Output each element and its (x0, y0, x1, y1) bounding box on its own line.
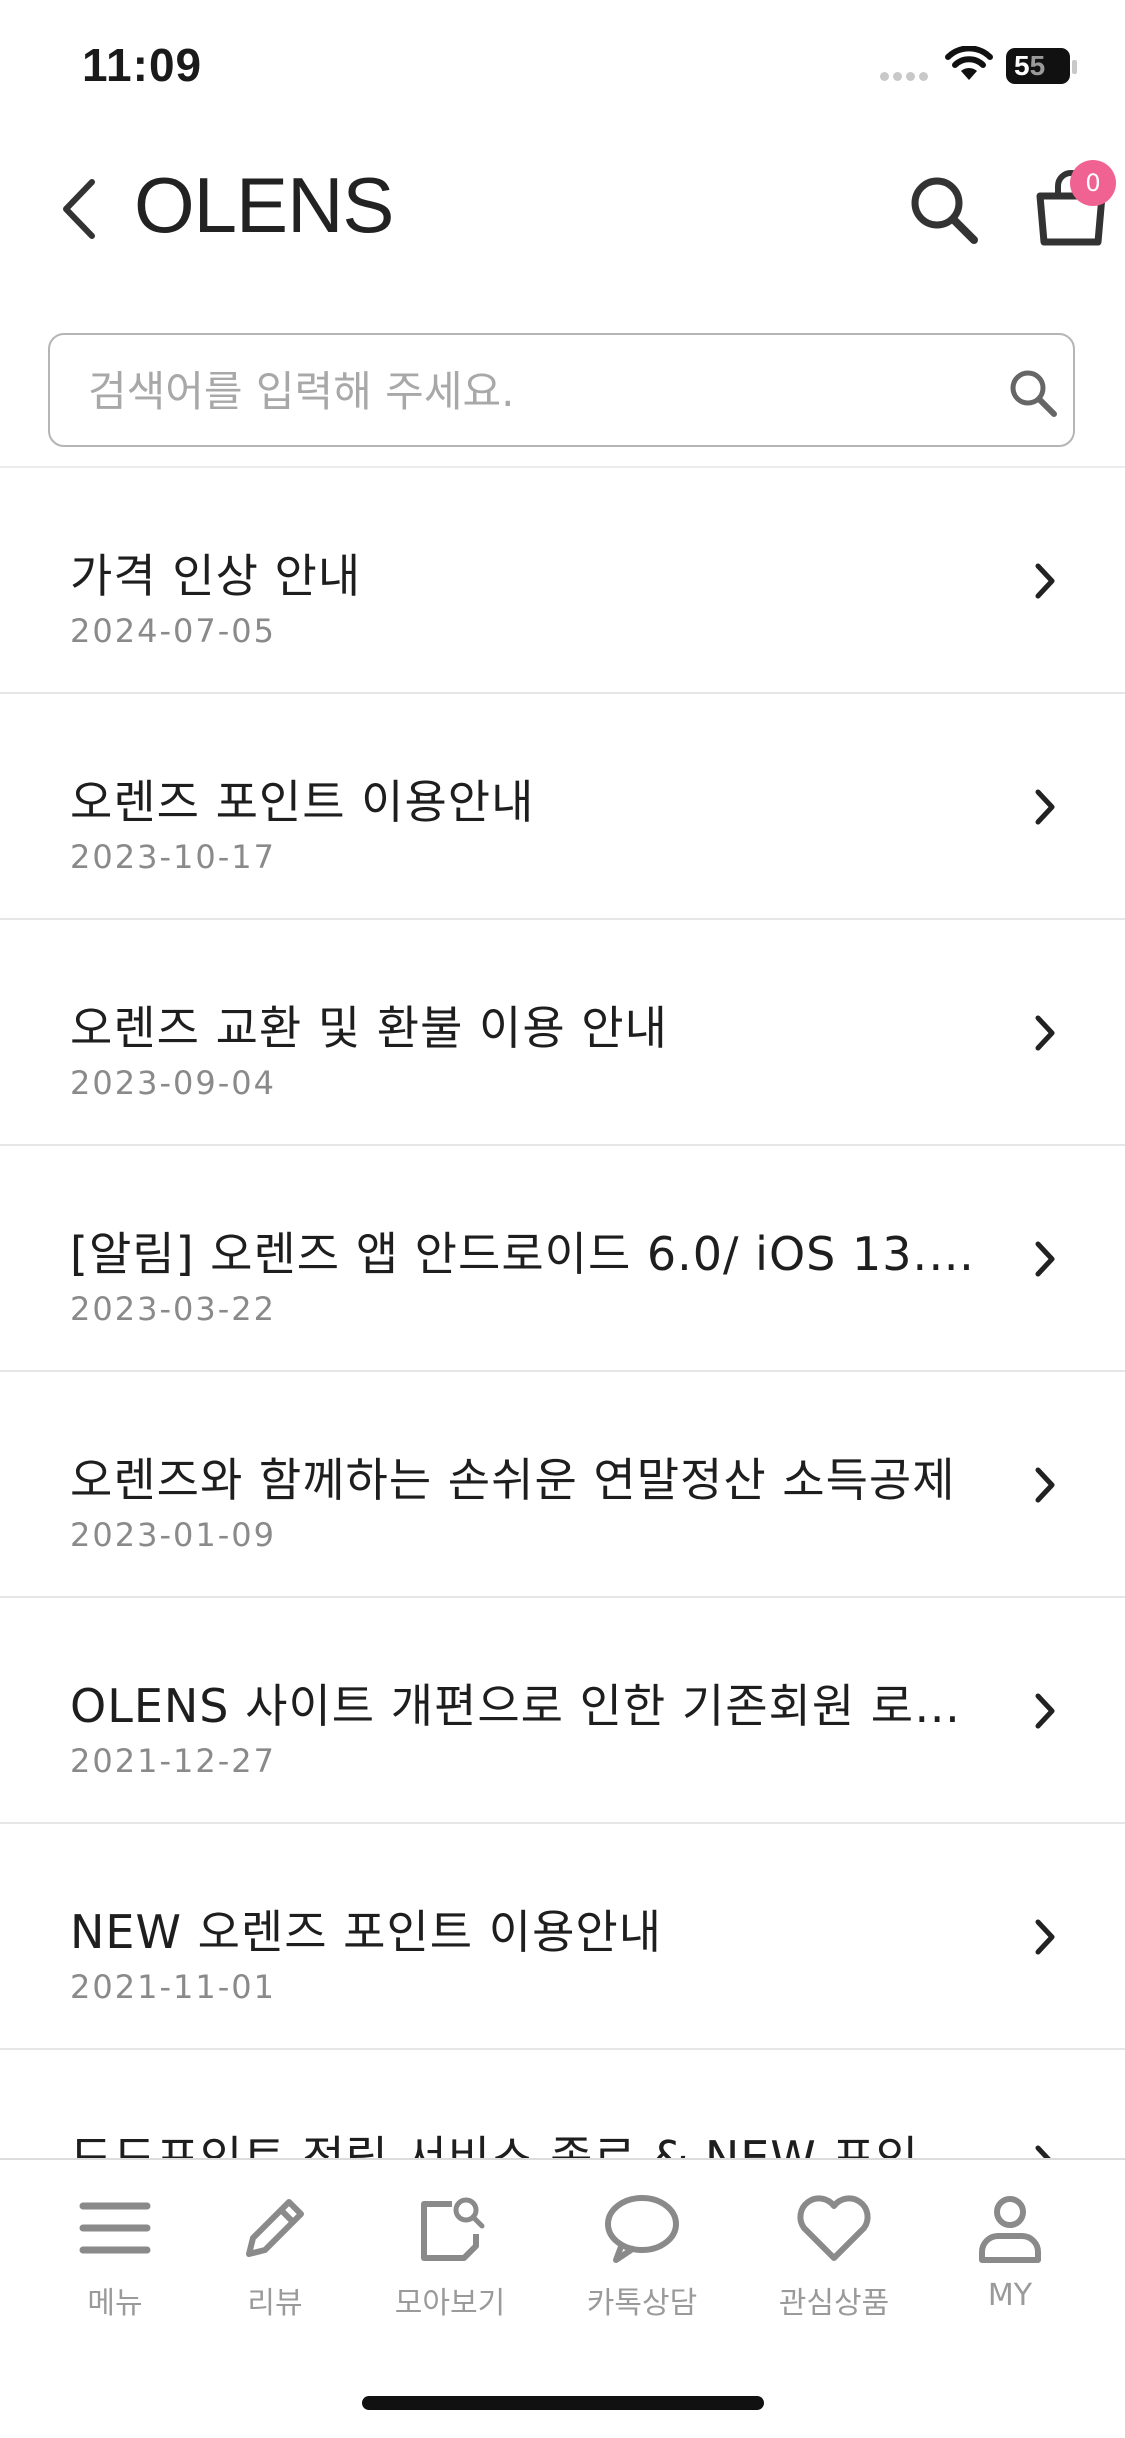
tab-label: MY (987, 2278, 1033, 2313)
notice-date: 2023-03-22 (70, 1290, 276, 1328)
tab-kakao-chat[interactable]: 카톡상담 (552, 2190, 732, 2330)
tab-wishlist[interactable]: 관심상품 (744, 2190, 924, 2330)
search-field[interactable] (48, 333, 1075, 447)
search-submit-icon[interactable] (1005, 365, 1061, 421)
chevron-right-icon (1035, 1241, 1055, 1277)
chevron-right-icon (1035, 1919, 1055, 1955)
notice-item[interactable]: 오렌즈 포인트 이용안내 2023-10-17 (0, 694, 1125, 920)
tab-review[interactable]: 리뷰 (185, 2190, 365, 2330)
notice-date: 2021-11-01 (70, 1968, 276, 2006)
tab-label: 관심상품 (778, 2286, 890, 2321)
tab-collection[interactable]: 모아보기 (360, 2190, 540, 2330)
status-time: 11:09 (82, 39, 203, 91)
chevron-right-icon (1035, 1015, 1055, 1051)
notice-item[interactable]: 오렌즈 교환 및 환불 이용 안내 2023-09-04 (0, 920, 1125, 1146)
notice-title: OLENS 사이트 개편으로 인한 기존회원 로그인 안내 (70, 1679, 980, 1733)
menu-icon (79, 2202, 151, 2254)
notice-title: NEW 오렌즈 포인트 이용안내 (70, 1905, 663, 1959)
chat-bubble-icon (605, 2195, 679, 2263)
cellular-signal-icon (880, 66, 934, 81)
back-chevron-icon[interactable] (52, 174, 112, 244)
tab-label: 모아보기 (394, 2286, 506, 2321)
notice-date: 2023-09-04 (70, 1064, 276, 1102)
battery-icon: 55 (1006, 48, 1070, 84)
collection-search-icon (421, 2197, 485, 2261)
search-input[interactable] (86, 359, 950, 423)
brand-logo[interactable]: OLENS (134, 160, 394, 251)
cart-count-badge: 0 (1070, 160, 1116, 206)
search-icon[interactable] (904, 170, 984, 250)
chevron-right-icon (1035, 563, 1055, 599)
tab-my[interactable]: MY (920, 2190, 1100, 2330)
notice-item[interactable]: 도도포인트 적립 서비스 종료 & NEW 포인트 안내 (0, 2050, 1125, 2158)
tab-label: 메뉴 (87, 2286, 143, 2321)
notice-date: 2024-07-05 (70, 612, 276, 650)
notice-title: 오렌즈 교환 및 환불 이용 안내 (70, 1001, 668, 1055)
notice-item[interactable]: 오렌즈와 함께하는 손쉬운 연말정산 소득공제 2023-01-09 (0, 1372, 1125, 1598)
notice-title: 오렌즈와 함께하는 손쉬운 연말정산 소득공제 (70, 1453, 956, 1507)
pencil-icon (246, 2199, 304, 2257)
chevron-right-icon (1035, 2145, 1051, 2158)
tab-label: 리뷰 (247, 2286, 303, 2321)
chevron-right-icon (1035, 1467, 1055, 1503)
chevron-right-icon (1035, 1693, 1055, 1729)
tab-label: 카톡상담 (586, 2286, 698, 2321)
notice-title: [알림] 오렌즈 앱 안드로이드 6.0/ iOS 13.0 미만 지원 종료 … (70, 1227, 980, 1281)
notice-item[interactable]: 가격 인상 안내 2024-07-05 (0, 468, 1125, 694)
home-indicator[interactable] (362, 2396, 764, 2410)
notice-date: 2021-12-27 (70, 1742, 276, 1780)
battery-level-tail: 5 (1029, 50, 1046, 81)
notice-title: 도도포인트 적립 서비스 종료 & NEW 포인트 안내 (70, 2131, 980, 2158)
notice-item[interactable]: [알림] 오렌즈 앱 안드로이드 6.0/ iOS 13.0 미만 지원 종료 … (0, 1146, 1125, 1372)
wifi-icon (945, 46, 993, 80)
heart-icon (797, 2195, 871, 2261)
notice-item[interactable]: OLENS 사이트 개편으로 인한 기존회원 로그인 안내 2021-12-27 (0, 1598, 1125, 1824)
notice-date: 2023-01-09 (70, 1516, 276, 1554)
status-bar: 11:09 55 (0, 0, 1125, 130)
chevron-right-icon (1035, 789, 1055, 825)
notice-item[interactable]: NEW 오렌즈 포인트 이용안내 2021-11-01 (0, 1824, 1125, 2050)
notice-title: 가격 인상 안내 (70, 549, 362, 603)
battery-cap (1072, 60, 1077, 74)
battery-level-lead: 5 (1014, 50, 1030, 81)
nav-bar: OLENS (0, 150, 1125, 260)
user-icon (979, 2196, 1041, 2263)
notice-list: 가격 인상 안내 2024-07-05 오렌즈 포인트 이용안내 2023-10… (0, 468, 1125, 2158)
tab-menu[interactable]: 메뉴 (25, 2190, 205, 2330)
notice-title: 오렌즈 포인트 이용안내 (70, 775, 535, 829)
notice-date: 2023-10-17 (70, 838, 276, 876)
